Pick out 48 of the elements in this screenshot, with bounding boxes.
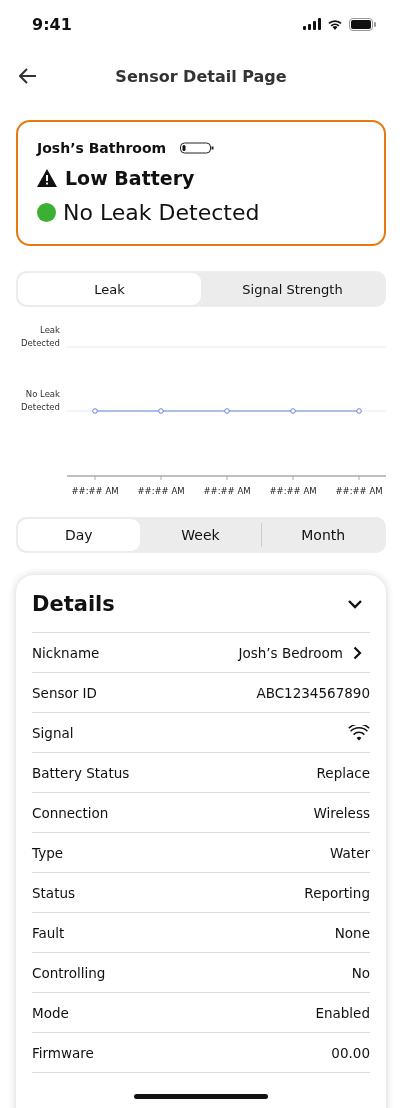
period-tab[interactable]: Month bbox=[262, 519, 384, 551]
detail-label: Battery Status bbox=[32, 764, 130, 781]
details-title: Details bbox=[32, 591, 115, 616]
y-axis-label: No Leak Detected bbox=[20, 388, 60, 414]
wifi-icon bbox=[327, 18, 343, 30]
detail-value: Reporting bbox=[304, 884, 370, 901]
detail-label: Sensor ID bbox=[32, 684, 97, 701]
low-battery-icon bbox=[180, 142, 215, 154]
chevron-icon[interactable] bbox=[347, 598, 363, 609]
detail-value: Replace bbox=[316, 764, 370, 781]
detail-value: No bbox=[351, 964, 370, 981]
detail-label: Controlling bbox=[32, 964, 106, 981]
detail-label: Fault bbox=[32, 924, 65, 941]
chevron-right-icon[interactable] bbox=[353, 645, 362, 660]
battery-icon bbox=[349, 17, 376, 31]
detail-value: None bbox=[334, 924, 370, 941]
chart-tab[interactable]: Leak bbox=[18, 273, 201, 305]
detail-label: Signal bbox=[32, 724, 74, 741]
page-title: Sensor Detail Page bbox=[115, 66, 287, 86]
detail-label: Firmware bbox=[32, 1044, 94, 1061]
detail-value[interactable]: Josh’s Bedroom bbox=[238, 644, 343, 661]
y-axis-label: Leak Detected bbox=[20, 324, 60, 350]
period-tab[interactable]: Week bbox=[139, 519, 262, 551]
x-axis-label: ##:## AM bbox=[137, 486, 185, 496]
detail-label: Status bbox=[32, 884, 76, 901]
x-axis-label: ##:## AM bbox=[269, 486, 317, 496]
alert-text: Low Battery bbox=[65, 167, 195, 189]
detail-label: Mode bbox=[32, 1004, 69, 1021]
detail-value: ABC1234567890 bbox=[256, 684, 370, 701]
x-axis-label: ##:## AM bbox=[203, 486, 251, 496]
detail-label: Nickname bbox=[32, 644, 100, 661]
detail-value: Wireless bbox=[313, 804, 370, 821]
leak-status: No Leak Detected bbox=[63, 200, 260, 225]
status-time: 9:41 bbox=[32, 14, 72, 34]
warning-icon bbox=[37, 169, 57, 187]
back-arrow-icon[interactable] bbox=[19, 68, 37, 84]
detail-label: Type bbox=[32, 844, 63, 861]
cellular-signal-icon bbox=[303, 18, 321, 30]
detail-label: Connection bbox=[32, 804, 109, 821]
period-tab[interactable]: Day bbox=[18, 519, 140, 551]
detail-value: Enabled bbox=[315, 1004, 370, 1021]
detail-value: 00.00 bbox=[331, 1044, 370, 1061]
wifi-icon bbox=[348, 724, 370, 741]
chart-tab[interactable]: Signal Strength bbox=[201, 273, 384, 305]
detail-value: Water bbox=[330, 844, 370, 861]
x-axis-label: ##:## AM bbox=[71, 486, 119, 496]
sensor-name: Josh’s Bathroom bbox=[37, 140, 167, 156]
x-axis-label: ##:## AM bbox=[335, 486, 383, 496]
